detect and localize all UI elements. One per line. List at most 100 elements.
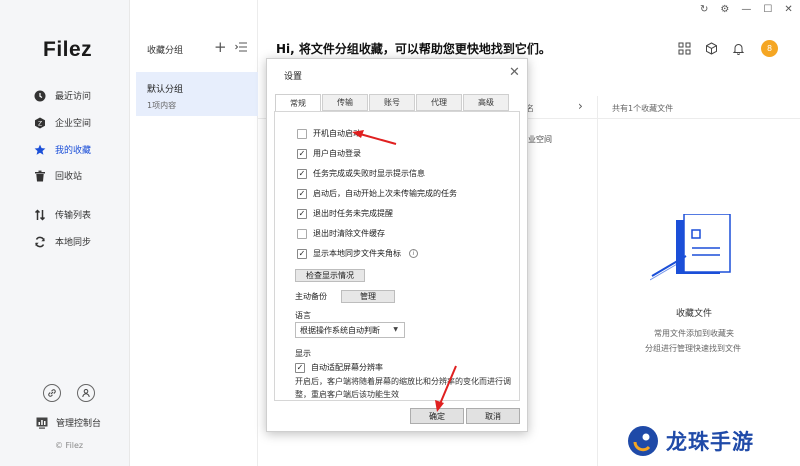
backup-label: 主动备份 (295, 292, 327, 301)
favorites-groups-panel: 收藏分组 + 默认分组 1项内容 (130, 0, 258, 466)
option-label: 开机自动启动 (313, 129, 361, 138)
settings-gear-icon[interactable]: ⚙ (720, 4, 729, 15)
checkbox[interactable] (297, 228, 307, 239)
language-select[interactable]: 根据操作系统自动判断 ▼ (295, 322, 405, 338)
language-value: 根据操作系统自动判断 (300, 325, 380, 335)
empty-state-line2: 分组进行管理快速找到文件 (645, 344, 741, 353)
option-autostart[interactable]: 开机自动启动 (297, 128, 361, 139)
bell-icon[interactable] (732, 42, 745, 55)
empty-state-line1: 常用文件添加到收藏夹 (654, 329, 734, 338)
refresh-icon[interactable]: ↻ (700, 4, 708, 15)
option-clear-cache[interactable]: 退出时清除文件缓存 (297, 228, 385, 239)
sync-icon (35, 236, 45, 247)
add-group-button[interactable]: + (214, 38, 227, 56)
empty-state-title: 收藏文件 (676, 309, 713, 319)
sidebar-item-sync[interactable]: 本地同步 (34, 235, 91, 248)
sidebar-item-label: 回收站 (55, 172, 83, 182)
sidebar-bottom-actions (43, 384, 95, 402)
option-sync-badge[interactable]: ✓ 显示本地同步文件夹角标 i (297, 248, 418, 259)
transfer-icon (34, 208, 46, 221)
copyright: © Filez (55, 441, 84, 450)
sidebar-item-label: 本地同步 (55, 238, 92, 248)
cancel-button[interactable]: 取消 (466, 408, 520, 424)
enterprise-icon: Z (35, 117, 45, 128)
general-settings-panel: 开机自动启动 ✓ 用户自动登录 ✓ 任务完成或失败时显示提示信息 ✓ 启动后，自… (274, 111, 520, 401)
option-task-notify[interactable]: ✓ 任务完成或失败时显示提示信息 (297, 168, 425, 179)
link-icon[interactable] (43, 384, 61, 402)
sort-list-icon[interactable] (235, 42, 247, 52)
checkbox[interactable]: ✓ (297, 248, 307, 259)
sidebar-item-label: 我的收藏 (55, 146, 92, 156)
chevron-right-icon[interactable]: › (578, 99, 583, 113)
app-logo: Filez (43, 38, 93, 61)
group-name: 默认分组 (147, 85, 184, 95)
apps-grid-icon[interactable] (678, 42, 691, 55)
manage-button[interactable]: 管理 (341, 290, 395, 303)
tab-general[interactable]: 常规 (275, 94, 321, 112)
option-label: 任务完成或失败时显示提示信息 (313, 169, 425, 178)
option-label: 用户自动登录 (313, 149, 361, 158)
trash-icon (35, 170, 45, 181)
sidebar-item-label: 最近访问 (55, 92, 92, 102)
group-item-default[interactable]: 默认分组 1项内容 (136, 72, 258, 116)
tab-advanced[interactable]: 高级 (463, 94, 509, 111)
user-settings-icon[interactable] (77, 384, 95, 402)
admin-console-link[interactable]: 管理控制台 (36, 416, 101, 429)
watermark-text: 龙珠手游 (666, 430, 754, 454)
page-greeting: Hi, 将文件分组收藏，可以帮助您更快地找到它们。 (276, 42, 551, 56)
checkbox[interactable]: ✓ (297, 208, 307, 219)
maximize-button[interactable]: ☐ (763, 4, 772, 15)
close-window-button[interactable]: ✕ (784, 4, 792, 15)
svg-text:Z: Z (38, 120, 42, 127)
sidebar-item-transfers[interactable]: 传输列表 (34, 208, 91, 221)
minimize-button[interactable]: — (741, 4, 751, 15)
sidebar-item-enterprise[interactable]: Z 企业空间 (34, 116, 91, 129)
user-avatar[interactable]: 8 (761, 40, 778, 57)
group-count: 1项内容 (147, 101, 177, 110)
tab-transfer[interactable]: 传输 (322, 94, 368, 111)
ok-button[interactable]: 确定 (410, 408, 464, 424)
adapt-description: 开启后，客户端将随着屏幕的缩放比和分辨率的变化而进行调整，重启客户端后该功能生效 (295, 377, 511, 399)
sidebar: Filez 最近访问 Z 企业空间 我的收藏 回收站 传输列表 本地同步 管理控… (0, 0, 130, 466)
column-divider (597, 96, 598, 466)
sidebar-item-label: 传输列表 (55, 211, 92, 221)
check-display-button[interactable]: 检查显示情况 (295, 269, 365, 282)
close-icon[interactable]: ✕ (509, 65, 520, 80)
option-label: 退出时任务未完成提醒 (313, 209, 393, 218)
language-label: 语言 (295, 311, 311, 320)
chevron-down-icon: ▼ (393, 326, 398, 333)
checkbox[interactable]: ✓ (297, 148, 307, 159)
info-icon[interactable]: i (409, 249, 418, 258)
option-adapt-resolution[interactable]: ✓ 自动适配屏幕分辨率 (295, 362, 383, 373)
option-resume-tasks[interactable]: ✓ 启动后，自动开始上次未传输完成的任务 (297, 188, 457, 199)
admin-console-icon (36, 417, 48, 429)
star-icon (34, 144, 46, 155)
option-label: 启动后，自动开始上次未传输完成的任务 (313, 189, 457, 198)
sidebar-item-favorites[interactable]: 我的收藏 (34, 143, 91, 156)
cube-icon[interactable] (705, 42, 718, 55)
sidebar-item-label: 企业空间 (55, 119, 92, 129)
checkbox[interactable] (297, 128, 307, 139)
header-actions: 8 (678, 40, 778, 57)
checkbox[interactable]: ✓ (297, 168, 307, 179)
sidebar-item-trash[interactable]: 回收站 (34, 169, 82, 182)
window-controls: ↻ ⚙ — ☐ ✕ (700, 4, 793, 15)
admin-console-label: 管理控制台 (56, 419, 102, 429)
groups-title: 收藏分组 (147, 46, 184, 56)
option-exit-reminder[interactable]: ✓ 退出时任务未完成提醒 (297, 208, 393, 219)
settings-tabs: 常规 传输 账号 代理 高级 (274, 94, 510, 112)
tab-account[interactable]: 账号 (369, 94, 415, 111)
checkbox[interactable]: ✓ (295, 362, 305, 373)
sidebar-item-recent[interactable]: 最近访问 (34, 89, 91, 102)
settings-dialog: 设置 ✕ 常规 传输 账号 代理 高级 开机自动启动 ✓ 用户自动登录 ✓ 任务… (266, 58, 528, 432)
option-auto-login[interactable]: ✓ 用户自动登录 (297, 148, 361, 159)
dialog-title: 设置 (284, 72, 303, 82)
favorite-files-illustration-icon (650, 214, 731, 281)
option-label: 显示本地同步文件夹角标 (313, 249, 401, 258)
checkbox[interactable]: ✓ (297, 188, 307, 199)
tab-proxy[interactable]: 代理 (416, 94, 462, 111)
display-label: 显示 (295, 349, 311, 358)
favorites-count: 共有1个收藏文件 (612, 104, 674, 113)
option-label: 自动适配屏幕分辨率 (311, 363, 383, 372)
watermark: 龙珠手游 (626, 424, 754, 458)
